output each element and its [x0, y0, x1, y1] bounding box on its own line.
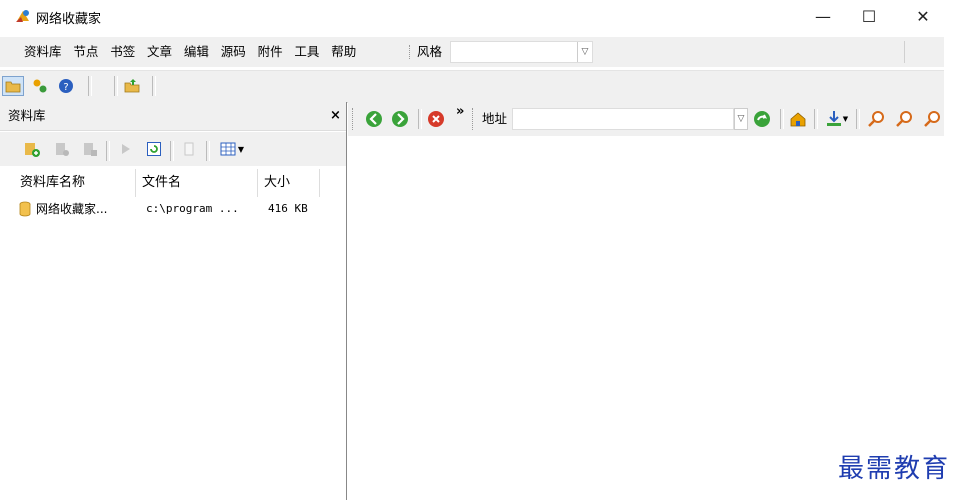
- toolbar-separator: [170, 141, 174, 161]
- toolbar-overflow-button[interactable]: »: [456, 104, 464, 119]
- chevron-down-icon: ▼: [842, 115, 849, 123]
- tree-nodes-icon: [33, 79, 47, 93]
- chevron-down-icon: ▼: [237, 144, 245, 154]
- library-properties-icon: [84, 143, 97, 156]
- menu-help[interactable]: 帮助: [327, 37, 360, 67]
- zoom-out-button[interactable]: [894, 109, 914, 129]
- folder-arrow-icon: [124, 79, 140, 93]
- menu-bookmark[interactable]: 书签: [106, 37, 139, 67]
- toolbar-separator: [106, 141, 110, 161]
- chevron-down-icon[interactable]: ▽: [734, 108, 748, 130]
- arrow-right-icon: [392, 111, 408, 127]
- menu-bar: 资料库 节点 书签 文章 编辑 源码 附件 工具 帮助 风格 ▽: [0, 37, 944, 67]
- menu-items: 资料库 节点 书签 文章 编辑 源码 附件 工具 帮助: [20, 37, 360, 67]
- toolbar-grip[interactable]: [352, 108, 355, 130]
- zoom-icon: [924, 111, 940, 127]
- zoom-out-icon: [896, 111, 912, 127]
- library-list-header: 资料库名称 文件名 大小: [14, 169, 344, 197]
- remove-library-button[interactable]: [52, 139, 72, 159]
- toolbar-separator: [814, 109, 818, 129]
- menu-tools[interactable]: 工具: [290, 37, 323, 67]
- arrow-left-icon: [366, 111, 382, 127]
- home-icon: [790, 112, 806, 127]
- menu-node[interactable]: 节点: [69, 37, 102, 67]
- help-icon: ?: [59, 79, 73, 93]
- library-panel-title: 资料库: [8, 108, 46, 123]
- column-header-file-name[interactable]: 文件名: [136, 169, 258, 197]
- table-row[interactable]: 网络收藏家... c:\program ... 416 KB: [14, 198, 344, 220]
- chevron-down-icon[interactable]: ▽: [577, 42, 592, 62]
- database-icon: [19, 201, 31, 217]
- library-name-cell: 网络收藏家...: [36, 202, 108, 216]
- play-button[interactable]: [116, 139, 136, 159]
- library-panel-header: 资料库 ×: [0, 102, 346, 131]
- close-window-button[interactable]: ✕: [900, 0, 946, 32]
- back-button[interactable]: [364, 109, 384, 129]
- toolbar-separator: [114, 76, 118, 96]
- stop-button[interactable]: [426, 109, 446, 129]
- window-title: 网络收藏家: [36, 12, 102, 27]
- size-cell: 416 KB: [268, 202, 308, 215]
- toolbar-separator: [152, 76, 156, 96]
- address-input[interactable]: [512, 108, 734, 130]
- library-properties-button[interactable]: [80, 139, 100, 159]
- toolbar-grip[interactable]: [409, 45, 412, 59]
- library-toolbar: ▼: [0, 132, 346, 166]
- grid-view-icon: [220, 142, 236, 156]
- toolbar-separator: [418, 109, 422, 129]
- menu-edit[interactable]: 编辑: [180, 37, 213, 67]
- minimize-button[interactable]: —: [800, 0, 846, 32]
- toolbar-separator: [780, 109, 784, 129]
- folder-open-icon: [5, 81, 21, 93]
- download-icon: [826, 111, 841, 126]
- library-panel-close-button[interactable]: ×: [330, 102, 341, 130]
- style-dropdown[interactable]: ▽: [450, 41, 593, 63]
- zoom-reset-button[interactable]: [922, 109, 942, 129]
- browser-toolbar: » 地址 ▽ ▼: [348, 102, 944, 136]
- toolbar-grip[interactable]: [472, 108, 475, 130]
- column-header-size[interactable]: 大小: [258, 169, 320, 197]
- library-panel-button[interactable]: [2, 76, 24, 96]
- app-logo-icon: [16, 10, 29, 22]
- menu-library[interactable]: 资料库: [20, 37, 66, 67]
- svg-text:?: ?: [63, 82, 68, 93]
- document-icon: [184, 142, 194, 156]
- refresh-button[interactable]: [144, 139, 164, 159]
- library-panel: 资料库 × ▼ 资料库名称 文件名 大小 网络收藏家... c:\program…: [0, 102, 347, 500]
- go-arrow-icon: [754, 111, 770, 127]
- main-toolbar: ?: [0, 70, 944, 103]
- menu-source[interactable]: 源码: [217, 37, 250, 67]
- column-header-library-name[interactable]: 资料库名称: [14, 169, 136, 197]
- add-library-icon: [25, 143, 40, 157]
- file-name-cell: c:\program ...: [146, 202, 239, 215]
- toolbar-separator: [904, 41, 905, 63]
- help-button[interactable]: ?: [56, 76, 76, 96]
- node-button[interactable]: [30, 76, 50, 96]
- maximize-button[interactable]: ☐: [846, 0, 892, 32]
- stop-icon: [428, 111, 444, 127]
- home-button[interactable]: [788, 109, 808, 129]
- go-button[interactable]: [752, 109, 772, 129]
- address-label: 地址: [482, 111, 508, 126]
- menu-attachment[interactable]: 附件: [254, 37, 287, 67]
- style-label: 风格: [417, 44, 443, 59]
- toolbar-separator: [206, 141, 210, 161]
- library-info-button[interactable]: [180, 139, 200, 159]
- open-library-button[interactable]: [122, 76, 142, 96]
- refresh-icon: [147, 142, 161, 156]
- forward-button[interactable]: [390, 109, 410, 129]
- toolbar-separator: [88, 76, 92, 96]
- play-icon: [122, 144, 130, 154]
- remove-library-icon: [56, 143, 69, 156]
- title-bar: 网络收藏家 — ☐ ✕: [0, 0, 963, 32]
- zoom-in-icon: [868, 111, 884, 127]
- zoom-in-button[interactable]: [866, 109, 886, 129]
- menu-article[interactable]: 文章: [143, 37, 176, 67]
- download-dropdown-button[interactable]: ▼: [822, 109, 852, 129]
- new-library-button[interactable]: [22, 139, 42, 159]
- toolbar-separator: [856, 109, 860, 129]
- view-mode-dropdown[interactable]: ▼: [216, 139, 248, 159]
- watermark-text: 最需教育: [838, 454, 951, 484]
